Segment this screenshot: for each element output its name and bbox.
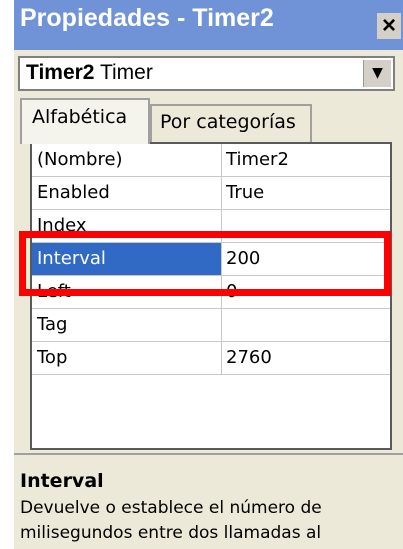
property-name: Top [32,342,222,374]
properties-window: Propiedades - Timer2 × Timer2 Timer ▼ Al… [0,0,403,549]
window-title: Propiedades - Timer2 [20,4,274,32]
property-name: (Nombre) [32,144,222,176]
property-row[interactable]: Top 2760 [32,342,390,375]
object-selector[interactable]: Timer2 Timer ▼ [18,56,395,91]
close-button[interactable]: × [377,13,401,39]
property-value[interactable]: True [223,177,390,209]
property-row[interactable]: (Nombre) Timer2 [32,144,390,177]
property-value[interactable] [223,309,390,341]
close-icon: × [381,12,396,39]
property-row[interactable]: Tag [32,309,390,342]
chevron-down-icon: ▼ [372,65,383,81]
property-value[interactable]: 2760 [223,342,390,374]
property-name: Tag [32,309,222,341]
highlight-annotation [19,231,391,296]
description-title: Interval [20,470,104,492]
property-value[interactable]: Timer2 [223,144,390,176]
property-grid: (Nombre) Timer2 Enabled True Index Interval 20… [30,142,392,450]
tab-alfabetica[interactable]: Alfabética [20,98,150,144]
description-text: Devuelve o establece el número de milise… [20,498,322,543]
object-name: Timer2 [26,61,95,84]
title-bar[interactable]: Propiedades - Timer2 × [14,0,403,50]
dropdown-button[interactable]: ▼ [363,60,391,87]
tab-por-categorias[interactable]: Por categorías [150,104,312,142]
object-type: Timer [99,61,153,84]
object-selector-text: Timer2 Timer [26,61,153,85]
property-row[interactable]: Enabled True [32,177,390,210]
description-divider [14,453,403,455]
property-name: Enabled [32,177,222,209]
